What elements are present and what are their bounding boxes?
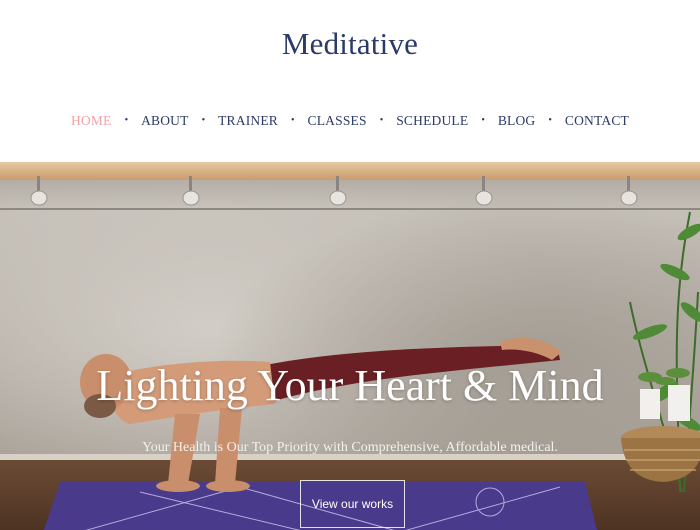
hero-title: Lighting Your Heart & Mind [96,361,604,410]
hook-icon [329,176,347,206]
main-nav: HOME • ABOUT • TRAINER • CLASSES • SCHED… [0,113,700,129]
nav-separator: • [201,114,206,126]
wooden-barre [0,162,700,180]
hook-icon [182,176,200,206]
nav-item-trainer[interactable]: TRAINER [216,113,280,129]
nav-item-schedule[interactable]: SCHEDULE [394,113,470,129]
nav-separator: • [481,114,485,126]
nav-item-about[interactable]: ABOUT [139,113,191,129]
nav-separator: • [124,114,129,126]
nav-item-blog[interactable]: BLOG [496,113,538,129]
site-header: Meditative HOME • ABOUT • TRAINER • CLAS… [0,0,700,162]
nav-item-home[interactable]: HOME [69,113,114,129]
nav-separator: • [291,114,295,126]
hook-icon [475,176,493,206]
nav-item-contact[interactable]: CONTACT [563,113,631,129]
wall-rail [0,208,700,210]
site-logo[interactable]: Meditative [0,26,700,62]
barre-shadow [0,180,700,210]
hero-banner: Lighting Your Heart & Mind Your Health i… [0,162,700,530]
hero-subtitle: Your Health is Our Top Priority with Com… [142,440,558,455]
nav-separator: • [379,114,384,126]
view-works-button[interactable]: View our works [300,480,405,528]
nav-separator: • [548,114,552,126]
nav-item-classes[interactable]: CLASSES [306,113,369,129]
hook-icon [30,176,48,206]
